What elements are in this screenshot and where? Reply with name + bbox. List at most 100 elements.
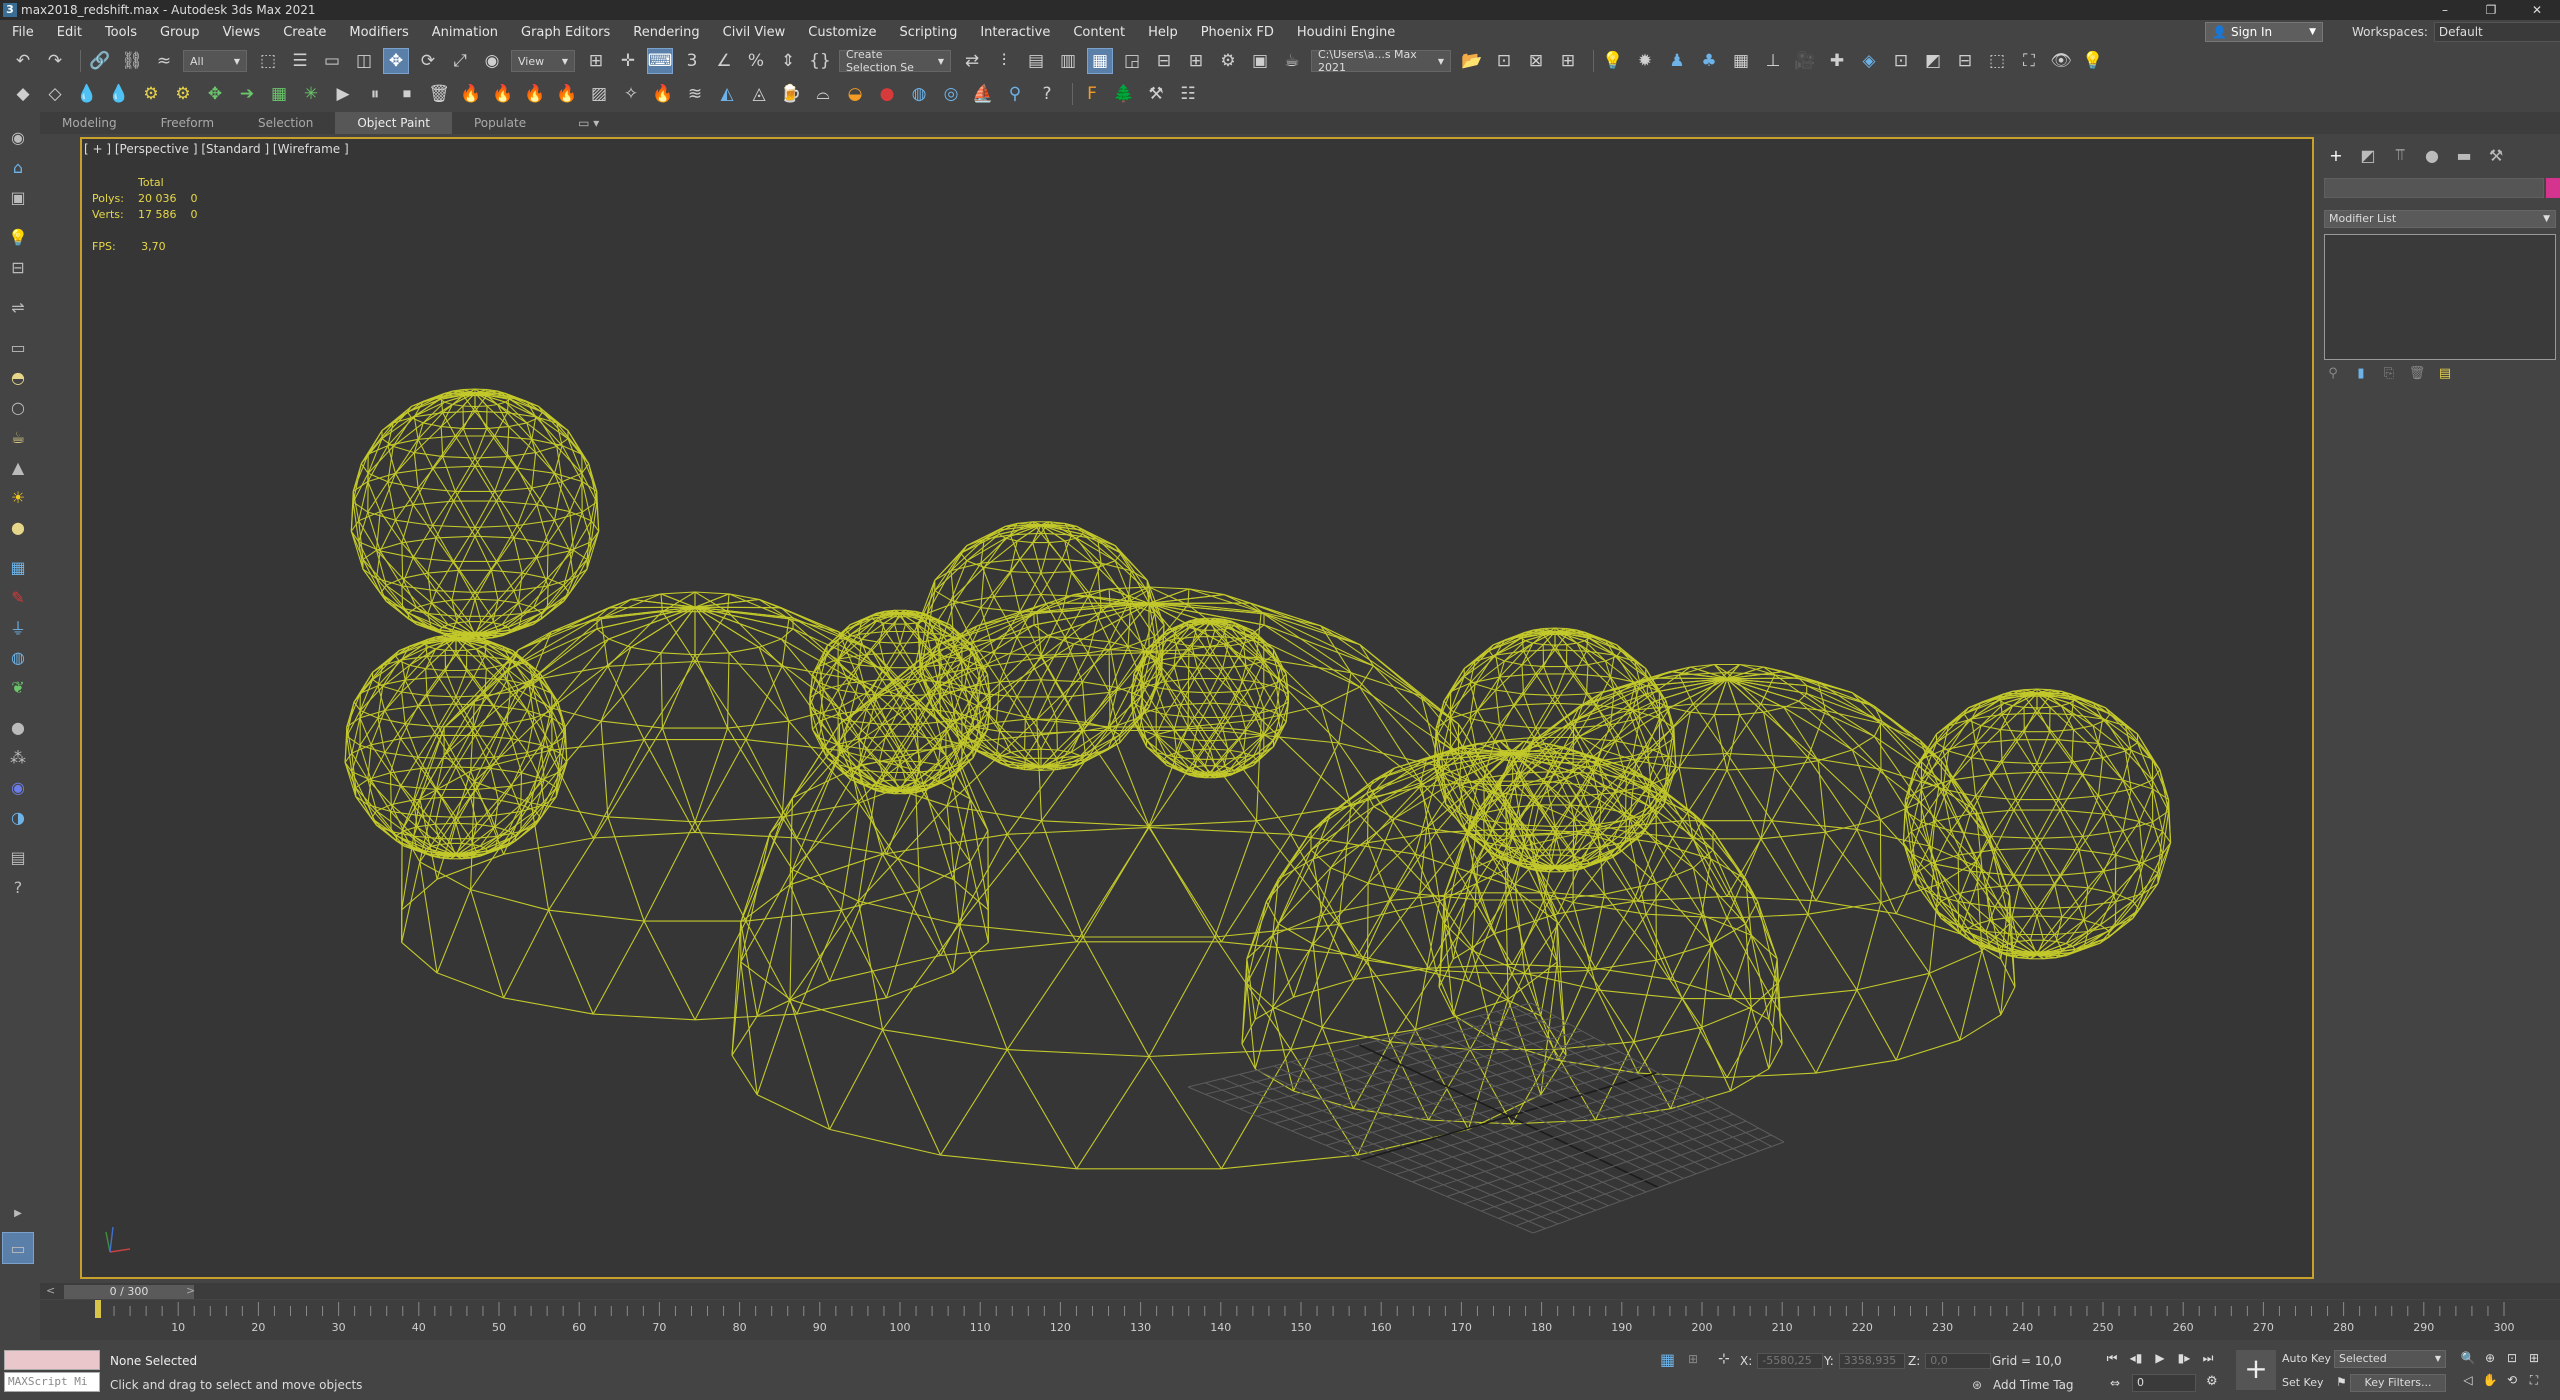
light-icon[interactable]: 💡 <box>5 224 31 250</box>
texture-icon[interactable]: ▨ <box>586 81 612 107</box>
curve-editor-icon[interactable]: ◲ <box>1119 48 1145 74</box>
field-of-view-icon[interactable]: ◁ <box>2460 1372 2476 1388</box>
eye-icon[interactable]: ◉ <box>5 124 31 150</box>
menu-customize[interactable]: Customize <box>796 25 887 40</box>
menu-interactive[interactable]: Interactive <box>968 25 1061 40</box>
box-icon[interactable]: ◆ <box>10 81 36 107</box>
object-color-swatch[interactable] <box>2546 178 2560 198</box>
orbit-icon[interactable]: ⟲ <box>2504 1372 2520 1388</box>
menu-civil-view[interactable]: Civil View <box>711 25 797 40</box>
color-palette-icon[interactable]: ⁂ <box>5 744 31 770</box>
shapes-icon[interactable]: ▣ <box>5 184 31 210</box>
batch-render-icon[interactable]: ⊞ <box>1555 48 1581 74</box>
dome-front-wireframe[interactable] <box>1241 740 1783 1125</box>
display-tab-icon[interactable]: ▬ <box>2448 142 2480 168</box>
menu-modifiers[interactable]: Modifiers <box>337 25 419 40</box>
tree-icon[interactable]: 🌲 <box>1111 81 1137 107</box>
material-ball-icon[interactable]: ● <box>5 514 31 540</box>
reference-coordinate-dropdown[interactable]: View ▼ <box>511 50 575 72</box>
tab-modeling[interactable]: Modeling <box>40 112 139 134</box>
sphere-top-left-wireframe[interactable] <box>350 388 600 640</box>
render-setup-icon[interactable]: ⚙ <box>1215 48 1241 74</box>
tools-icon[interactable]: ⚒ <box>1143 81 1169 107</box>
camera-icon[interactable]: ⊟ <box>5 254 31 280</box>
file-icon[interactable]: ▤ <box>5 844 31 870</box>
utilities-tab-icon[interactable]: ⚒ <box>2480 142 2512 168</box>
box-primitive-icon[interactable]: ▭ <box>5 334 31 360</box>
set-keys-button[interactable]: + <box>2236 1350 2276 1390</box>
auto-key-button[interactable]: Auto Key <box>2282 1352 2331 1365</box>
viewport-layout-icon[interactable]: ⊡ <box>1491 48 1517 74</box>
fire-icon[interactable]: 🔥 <box>458 81 484 107</box>
modifier-list-dropdown[interactable]: Modifier List ▼ <box>2324 210 2556 228</box>
sign-in-button[interactable]: 👤 Sign In ▼ <box>2205 22 2323 42</box>
remove-modifier-icon[interactable]: 🗑 <box>2408 366 2426 384</box>
grid-icon[interactable]: ▦ <box>1728 48 1754 74</box>
drop-alt-icon[interactable]: 💧 <box>106 81 132 107</box>
menu-tools[interactable]: Tools <box>93 25 148 40</box>
populate-icon[interactable]: ♟ <box>1664 48 1690 74</box>
angle-snap-icon[interactable]: ∠ <box>711 48 737 74</box>
tape-measure-icon[interactable]: ⊥ <box>1760 48 1786 74</box>
fire-liquid-icon[interactable]: 🔥 <box>522 81 548 107</box>
redo-icon[interactable]: ↷ <box>42 48 68 74</box>
dome-left-wireframe[interactable] <box>401 591 989 1021</box>
sphere-center-right-wireframe[interactable] <box>1130 617 1290 779</box>
spinner-snap-icon[interactable]: ⇕ <box>775 48 801 74</box>
show-end-result-icon[interactable]: ▮ <box>2352 366 2370 384</box>
current-frame-marker[interactable] <box>95 1300 101 1318</box>
zoom-extents-all-icon[interactable]: ⊞ <box>2526 1350 2542 1366</box>
help-circle-icon[interactable]: ? <box>5 874 31 900</box>
link-icon[interactable]: 🔗 <box>87 48 113 74</box>
toggle-ribbon-icon[interactable]: ▦ <box>1087 48 1113 74</box>
preview-icon[interactable]: ⛶ <box>2016 48 2042 74</box>
edit-named-selection-icon[interactable]: {} <box>807 48 833 74</box>
faucet-icon[interactable]: ⚲ <box>1002 81 1028 107</box>
app-logo-icon[interactable]: 3 <box>3 3 17 17</box>
helper-icon[interactable]: ✚ <box>1824 48 1850 74</box>
close-button[interactable]: ✕ <box>2514 0 2560 20</box>
helpers-icon[interactable]: ⇌ <box>5 294 31 320</box>
material-editor-icon[interactable]: ⊞ <box>1183 48 1209 74</box>
menu-animation[interactable]: Animation <box>420 25 509 40</box>
light-icon[interactable]: 💡 <box>1600 48 1626 74</box>
crowd-icon[interactable]: ♣ <box>1696 48 1722 74</box>
current-frame-field[interactable]: 0 <box>2132 1374 2196 1392</box>
isolate-selection-icon[interactable]: ▦ <box>1660 1350 1675 1369</box>
pivot-center-icon[interactable]: ⊞ <box>583 48 609 74</box>
drop-icon[interactable]: 💧 <box>74 81 100 107</box>
gear-yellow-icon[interactable]: ⚙ <box>138 81 164 107</box>
select-and-scale-icon[interactable]: ⤢ <box>447 48 473 74</box>
ocean-icon[interactable]: ≋ <box>682 81 708 107</box>
viewport-layout-tab[interactable]: ▭ <box>2 1232 34 1264</box>
zoom-icon[interactable]: 🔍 <box>2460 1350 2476 1366</box>
select-by-name-icon[interactable]: ☰ <box>287 48 313 74</box>
configure-sets-icon[interactable]: ▤ <box>2436 366 2454 384</box>
menu-file[interactable]: File <box>0 25 45 40</box>
checker-icon[interactable]: ▦ <box>5 554 31 580</box>
rectangular-selection-icon[interactable]: ▭ <box>319 48 345 74</box>
track-bar[interactable]: 10 20 30 40 50 60 70 80 90 100 110 120 130 140 150 160 1… <box>40 1300 2560 1340</box>
trash-icon[interactable]: 🗑 <box>426 81 452 107</box>
zoom-all-icon[interactable]: ⊕ <box>2482 1350 2498 1366</box>
make-unique-icon[interactable]: ⎘ <box>2380 366 2398 384</box>
open-project-folder-icon[interactable]: 📂 <box>1459 48 1485 74</box>
workspaces-dropdown[interactable]: Default <box>2433 22 2560 42</box>
lightbulb-icon[interactable]: 💡 <box>2080 48 2106 74</box>
redshift-icon[interactable]: ◉ <box>5 774 31 800</box>
add-time-tag[interactable]: Add Time Tag <box>1993 1378 2074 1392</box>
go-to-end-icon[interactable]: ⏭ <box>2200 1350 2216 1366</box>
globe-icon[interactable]: ◍ <box>5 644 31 670</box>
key-filters-icon[interactable]: ⚑ <box>2336 1375 2347 1389</box>
zoom-extents-icon[interactable]: ⊡ <box>2504 1350 2520 1366</box>
go-to-start-icon[interactable]: ⏮ <box>2104 1350 2120 1366</box>
select-and-place-icon[interactable]: ◉ <box>479 48 505 74</box>
snapshot-icon[interactable]: ⊟ <box>1952 48 1978 74</box>
selection-lock-icon[interactable]: ⊞ <box>1688 1352 1698 1366</box>
time-slider-thumb[interactable]: 0 / 300 <box>64 1285 194 1299</box>
rendered-frame-window-icon[interactable]: ▣ <box>1247 48 1273 74</box>
dropper-icon[interactable]: ✎ <box>5 584 31 610</box>
menu-phoenix-fd[interactable]: Phoenix FD <box>1189 25 1285 40</box>
align-icon[interactable]: ⫶ <box>991 48 1017 74</box>
unlink-icon[interactable]: ⛓ <box>119 48 145 74</box>
